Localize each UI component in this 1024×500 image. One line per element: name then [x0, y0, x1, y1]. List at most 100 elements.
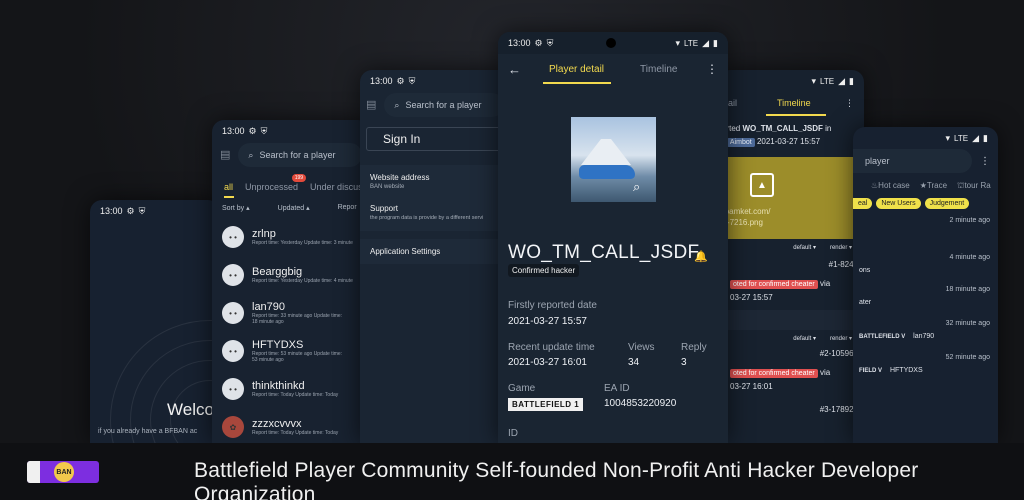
- tab-trace[interactable]: ★Trace: [920, 181, 947, 191]
- game-tag: FIELD V: [859, 368, 883, 374]
- default-label: default: [793, 336, 812, 342]
- vote-via: via: [819, 368, 831, 377]
- tab-hot-case-label: Hot case: [878, 181, 910, 190]
- wifi-icon: ▾: [675, 37, 681, 48]
- render-select[interactable]: render ▾: [830, 335, 852, 342]
- list-item[interactable]: • • zrlnp Report time: Yesterday Update t…: [212, 218, 370, 256]
- tab-all[interactable]: all: [224, 182, 233, 192]
- render-controls: default ▾ render ▾: [718, 330, 864, 347]
- player-avatar-image[interactable]: ⌕: [571, 117, 656, 202]
- network-type: LTE: [954, 133, 969, 143]
- category-tabs: ♨Hot case ★Trace ⛫tour Ra: [853, 173, 998, 191]
- list-item[interactable]: • • HFTYDXS Report time: 53 minute ago Up…: [212, 332, 370, 370]
- feed-row[interactable]: FIELD V HFTYDXS: [853, 367, 998, 374]
- sort-report-button[interactable]: Repor: [338, 204, 357, 212]
- vote-tag: oted for confirmed cheater: [730, 280, 818, 289]
- aimbot-tag: Aimbot: [726, 138, 755, 147]
- chip-new-users[interactable]: New Users: [876, 198, 921, 209]
- search-bar[interactable]: player: [853, 149, 972, 173]
- vote-time: 03-27 15:57: [730, 293, 773, 302]
- tab-unprocessed[interactable]: Unprocessed 199: [245, 174, 307, 192]
- reported-player[interactable]: WO_TM_CALL_JSDF: [742, 124, 822, 133]
- avatar: • •: [222, 226, 244, 248]
- shield-icon: ⛨: [408, 75, 416, 86]
- more-vert-icon[interactable]: ⋮: [706, 62, 718, 76]
- tab-tour-label: tour Ra: [964, 181, 991, 190]
- tab-timeline[interactable]: Timeline: [777, 98, 811, 108]
- player-list: • • zrlnp Report time: Yesterday Update t…: [212, 218, 370, 443]
- player-meta: Report time: Yesterday Update time: 3 mi…: [252, 240, 353, 246]
- status-bar: 13:00 ⚙ ⛨ ▾ LTE ◢ ▮: [498, 32, 728, 54]
- default-select[interactable]: default ▾: [793, 335, 816, 342]
- welcome-hint: if you already have a BFBAN ac: [98, 428, 198, 435]
- tab-hot-case[interactable]: ♨Hot case: [871, 181, 910, 191]
- floor-number: #3-178927: [718, 405, 864, 414]
- player-name: WO_TM_CALL_JSDF: [508, 242, 700, 263]
- signal-icon: ◢: [972, 132, 980, 143]
- render-select[interactable]: render ▾: [830, 244, 852, 251]
- default-label: default: [793, 245, 812, 251]
- views-label: Views: [628, 342, 655, 353]
- reported-suffix: in: [825, 124, 832, 133]
- list-item[interactable]: • • Bearggbig Report time: Yesterday Upda…: [212, 256, 370, 294]
- search-icon: ⌕: [633, 179, 641, 194]
- message-icon[interactable]: ▤: [220, 149, 230, 161]
- tab-timeline[interactable]: Timeline: [640, 64, 677, 75]
- sort-updated-button[interactable]: Updated ▴: [278, 204, 310, 212]
- website-value: BAN website: [370, 184, 405, 190]
- battery-icon: ▮: [849, 75, 854, 86]
- list-item[interactable]: • • thinkthinkd Report time: Today Update…: [212, 370, 370, 408]
- more-vert-icon[interactable]: ⋮: [980, 156, 990, 167]
- report-entry: orted WO_TM_CALL_JSDF in r Aimbot 2021-0…: [718, 114, 864, 149]
- status-time: 13:00: [222, 126, 245, 136]
- unprocessed-count-badge: 199: [291, 174, 307, 182]
- phone-home-feed: ▾ LTE ◢ ▮ player ⋮ ♨Hot case ★Trace ⛫tou…: [853, 127, 998, 443]
- logo-strip: [27, 461, 40, 483]
- tab-under-discuss[interactable]: Under discuss: [310, 182, 367, 192]
- player-meta: Report time: Today Update time: Today: [252, 430, 339, 436]
- search-bar[interactable]: ⌕ Search for a player: [384, 93, 504, 117]
- message-icon[interactable]: ▤: [366, 99, 376, 111]
- more-vert-icon[interactable]: ⋮: [845, 98, 854, 109]
- tab-player-detail[interactable]: ail: [728, 98, 737, 108]
- logo-badge: BAN: [54, 462, 74, 482]
- support-item[interactable]: Support the program data is provide by a…: [360, 198, 510, 231]
- default-select[interactable]: default ▾: [793, 244, 816, 251]
- feed-text: ater: [859, 299, 872, 306]
- views-value: 34: [628, 357, 640, 368]
- tab-tour[interactable]: ⛫tour Ra: [957, 181, 991, 191]
- website-label: Website address: [370, 173, 430, 182]
- player-name: zrlnp: [252, 228, 276, 240]
- tagline: Battlefield Player Community Self-founde…: [194, 459, 919, 500]
- bfban-logo: BAN: [27, 461, 99, 483]
- player-meta-extra: 18 minute ago: [252, 319, 284, 325]
- gear-icon: ⚙: [396, 75, 405, 86]
- chip-deal[interactable]: eal: [853, 198, 873, 209]
- phone-menu: 13:00 ⚙ ⛨ ▤ ⌕ Search for a player Sign I…: [360, 70, 510, 443]
- player-meta: Report time: Today Update time: Today: [252, 392, 339, 398]
- status-right: ▾ LTE ◢ ▮: [675, 37, 718, 48]
- network-type: LTE: [684, 38, 699, 48]
- chip-judgement[interactable]: Judgement: [924, 198, 970, 209]
- feed-row[interactable]: BATTLEFIELD V lan790: [853, 333, 998, 340]
- website-address-item[interactable]: Website address BAN website: [360, 165, 510, 198]
- evidence-image[interactable]: ▲ n.bamket.com/ 84-7216.png: [718, 157, 854, 239]
- bell-icon[interactable]: 🔔: [694, 250, 708, 263]
- recent-update-value: 2021-03-27 16:01: [508, 357, 587, 368]
- render-controls: default ▾ render ▾: [718, 239, 864, 256]
- application-settings-item[interactable]: Application Settings: [360, 239, 510, 264]
- search-icon: ⌕: [394, 99, 400, 110]
- search-bar[interactable]: ⌕ Search for a player: [238, 143, 362, 167]
- tab-player-detail[interactable]: Player detail: [549, 64, 604, 75]
- list-item[interactable]: ✿ zzzxcvvvx Report time: Today Update tim…: [212, 408, 370, 443]
- sign-in-button[interactable]: Sign In: [366, 127, 504, 151]
- status-time: 13:00: [370, 76, 393, 86]
- player-meta-extra: 53 minute ago: [252, 357, 284, 363]
- sort-by-button[interactable]: Sort by ▴: [222, 204, 250, 212]
- reported-time: 2021-03-27 15:57: [756, 137, 821, 146]
- back-arrow-icon[interactable]: ←: [508, 62, 521, 77]
- shield-icon: ⛨: [138, 205, 146, 216]
- status-time: 13:00: [100, 206, 123, 216]
- recent-update-label: Recent update time: [508, 342, 595, 353]
- list-item[interactable]: • • lan790 Report time: 33 minute ago Upd…: [212, 294, 370, 332]
